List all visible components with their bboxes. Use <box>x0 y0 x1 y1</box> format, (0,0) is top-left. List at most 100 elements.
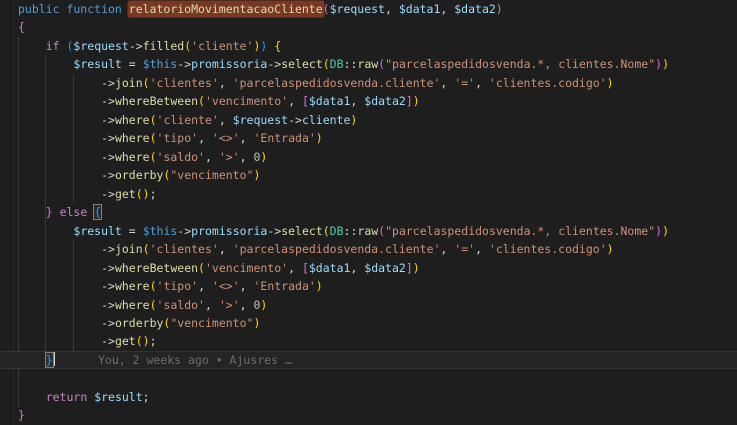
code-line[interactable]: ->orderby("vencimento") <box>0 166 737 184</box>
code-token: $result <box>73 57 121 71</box>
code-token: -> <box>101 76 115 90</box>
code-token: ( <box>198 261 205 275</box>
code-token: '=' <box>454 242 475 256</box>
code-token: ( <box>323 2 330 16</box>
code-token: "parcelaspedidosvenda.*, clientes.Nome" <box>385 57 655 71</box>
code-token: -> <box>101 131 115 145</box>
code-token: where <box>115 298 150 312</box>
code-token: ) <box>260 298 267 312</box>
code-token <box>18 298 101 312</box>
code-token <box>136 57 143 71</box>
code-line[interactable]: ->where('tipo', '<>', 'Entrada') <box>0 277 737 295</box>
code-line[interactable]: ->join('clientes', 'parcelaspedidosvenda… <box>0 240 737 258</box>
code-token: filled <box>143 39 185 53</box>
code-area[interactable]: public function relatorioMovimentacaoCli… <box>0 0 737 425</box>
code-token: , <box>198 279 212 293</box>
code-token: ) <box>662 57 669 71</box>
code-token: ) <box>413 261 420 275</box>
code-line[interactable]: { <box>0 18 737 36</box>
code-line[interactable]: ->where('saldo', '>', 0) <box>0 148 737 166</box>
code-token: = <box>129 57 136 71</box>
code-line[interactable]: } <box>0 406 737 424</box>
code-token: select <box>281 224 323 238</box>
code-token: $result <box>73 224 121 238</box>
code-line[interactable] <box>0 369 737 387</box>
code-token <box>18 94 101 108</box>
code-token <box>18 39 46 53</box>
code-token: , <box>475 242 489 256</box>
code-line[interactable]: ->where('saldo', '>', 0) <box>0 296 737 314</box>
code-token: , <box>219 76 233 90</box>
code-line[interactable]: ->where('cliente', $request->cliente) <box>0 111 737 129</box>
code-token: -> <box>101 113 115 127</box>
code-token: where <box>115 113 150 127</box>
code-token: :: <box>344 57 358 71</box>
code-token <box>18 168 101 182</box>
code-token: ( <box>323 57 330 71</box>
code-line[interactable]: $result = $this->promissoria->select(DB:… <box>0 222 737 240</box>
code-token: ( <box>150 279 157 293</box>
code-token: ) <box>607 242 614 256</box>
code-token: ) <box>607 76 614 90</box>
code-line-current[interactable]: }You, 2 weeks ago • Ajusres … <box>0 351 737 369</box>
code-token: , <box>240 150 254 164</box>
code-token: , <box>198 131 212 145</box>
code-line[interactable]: $result = $this->promissoria->select(DB:… <box>0 55 737 73</box>
code-token: 'vencimento' <box>205 94 288 108</box>
code-token: , <box>385 2 399 16</box>
code-token: , <box>440 2 454 16</box>
code-line[interactable]: } else { <box>0 203 737 221</box>
code-token: ; <box>150 334 157 348</box>
code-token: ) <box>143 187 150 201</box>
code-line[interactable]: return $result; <box>0 388 737 406</box>
code-token: $data1 <box>309 261 351 275</box>
code-line[interactable]: ->where('tipo', '<>', 'Entrada') <box>0 129 737 147</box>
code-token <box>18 261 101 275</box>
code-token: 'clientes' <box>150 76 219 90</box>
code-token: , <box>219 242 233 256</box>
code-token: 'clientes' <box>150 242 219 256</box>
code-token: -> <box>288 113 302 127</box>
code-line[interactable]: ->get(); <box>0 185 737 203</box>
text-cursor <box>54 352 56 366</box>
code-line[interactable]: if ($request->filled('cliente')) { <box>0 37 737 55</box>
code-token: ) <box>260 150 267 164</box>
code-token <box>122 57 129 71</box>
code-token: -> <box>101 242 115 256</box>
code-token <box>18 242 101 256</box>
code-token: ] <box>406 94 413 108</box>
code-line[interactable]: ->whereBetween('vencimento', [$data1, $d… <box>0 92 737 110</box>
code-token: -> <box>101 187 115 201</box>
code-line[interactable]: ->join('clientes', 'parcelaspedidosvenda… <box>0 74 737 92</box>
code-token: $data1 <box>399 2 441 16</box>
code-token <box>18 187 101 201</box>
code-token <box>18 316 101 330</box>
code-line[interactable]: ->whereBetween('vencimento', [$data1, $d… <box>0 259 737 277</box>
code-token: $result <box>94 390 142 404</box>
code-editor[interactable]: public function relatorioMovimentacaoCli… <box>0 0 737 425</box>
code-line[interactable]: public function relatorioMovimentacaoCli… <box>0 0 737 18</box>
code-token: ( <box>150 150 157 164</box>
code-token: DB <box>330 57 344 71</box>
code-token <box>18 113 101 127</box>
code-token: ) <box>413 94 420 108</box>
code-line[interactable]: ->get(); <box>0 332 737 350</box>
code-token: 'cliente' <box>191 39 253 53</box>
code-line[interactable]: ->orderby("vencimento") <box>0 314 737 332</box>
code-token: [ <box>302 94 309 108</box>
code-token: ) <box>662 224 669 238</box>
code-token: raw <box>357 224 378 238</box>
code-token: , <box>240 131 254 145</box>
code-token: ; <box>150 187 157 201</box>
code-token: where <box>115 279 150 293</box>
code-token <box>18 279 101 293</box>
code-token <box>18 76 101 90</box>
code-token: ) <box>143 334 150 348</box>
code-token: , <box>440 242 454 256</box>
code-token: "vencimento" <box>170 168 253 182</box>
code-token: ; <box>143 390 150 404</box>
code-token: $data2 <box>454 2 496 16</box>
code-token: , <box>205 298 219 312</box>
code-token: public function <box>18 2 129 16</box>
code-token: else <box>60 205 88 219</box>
